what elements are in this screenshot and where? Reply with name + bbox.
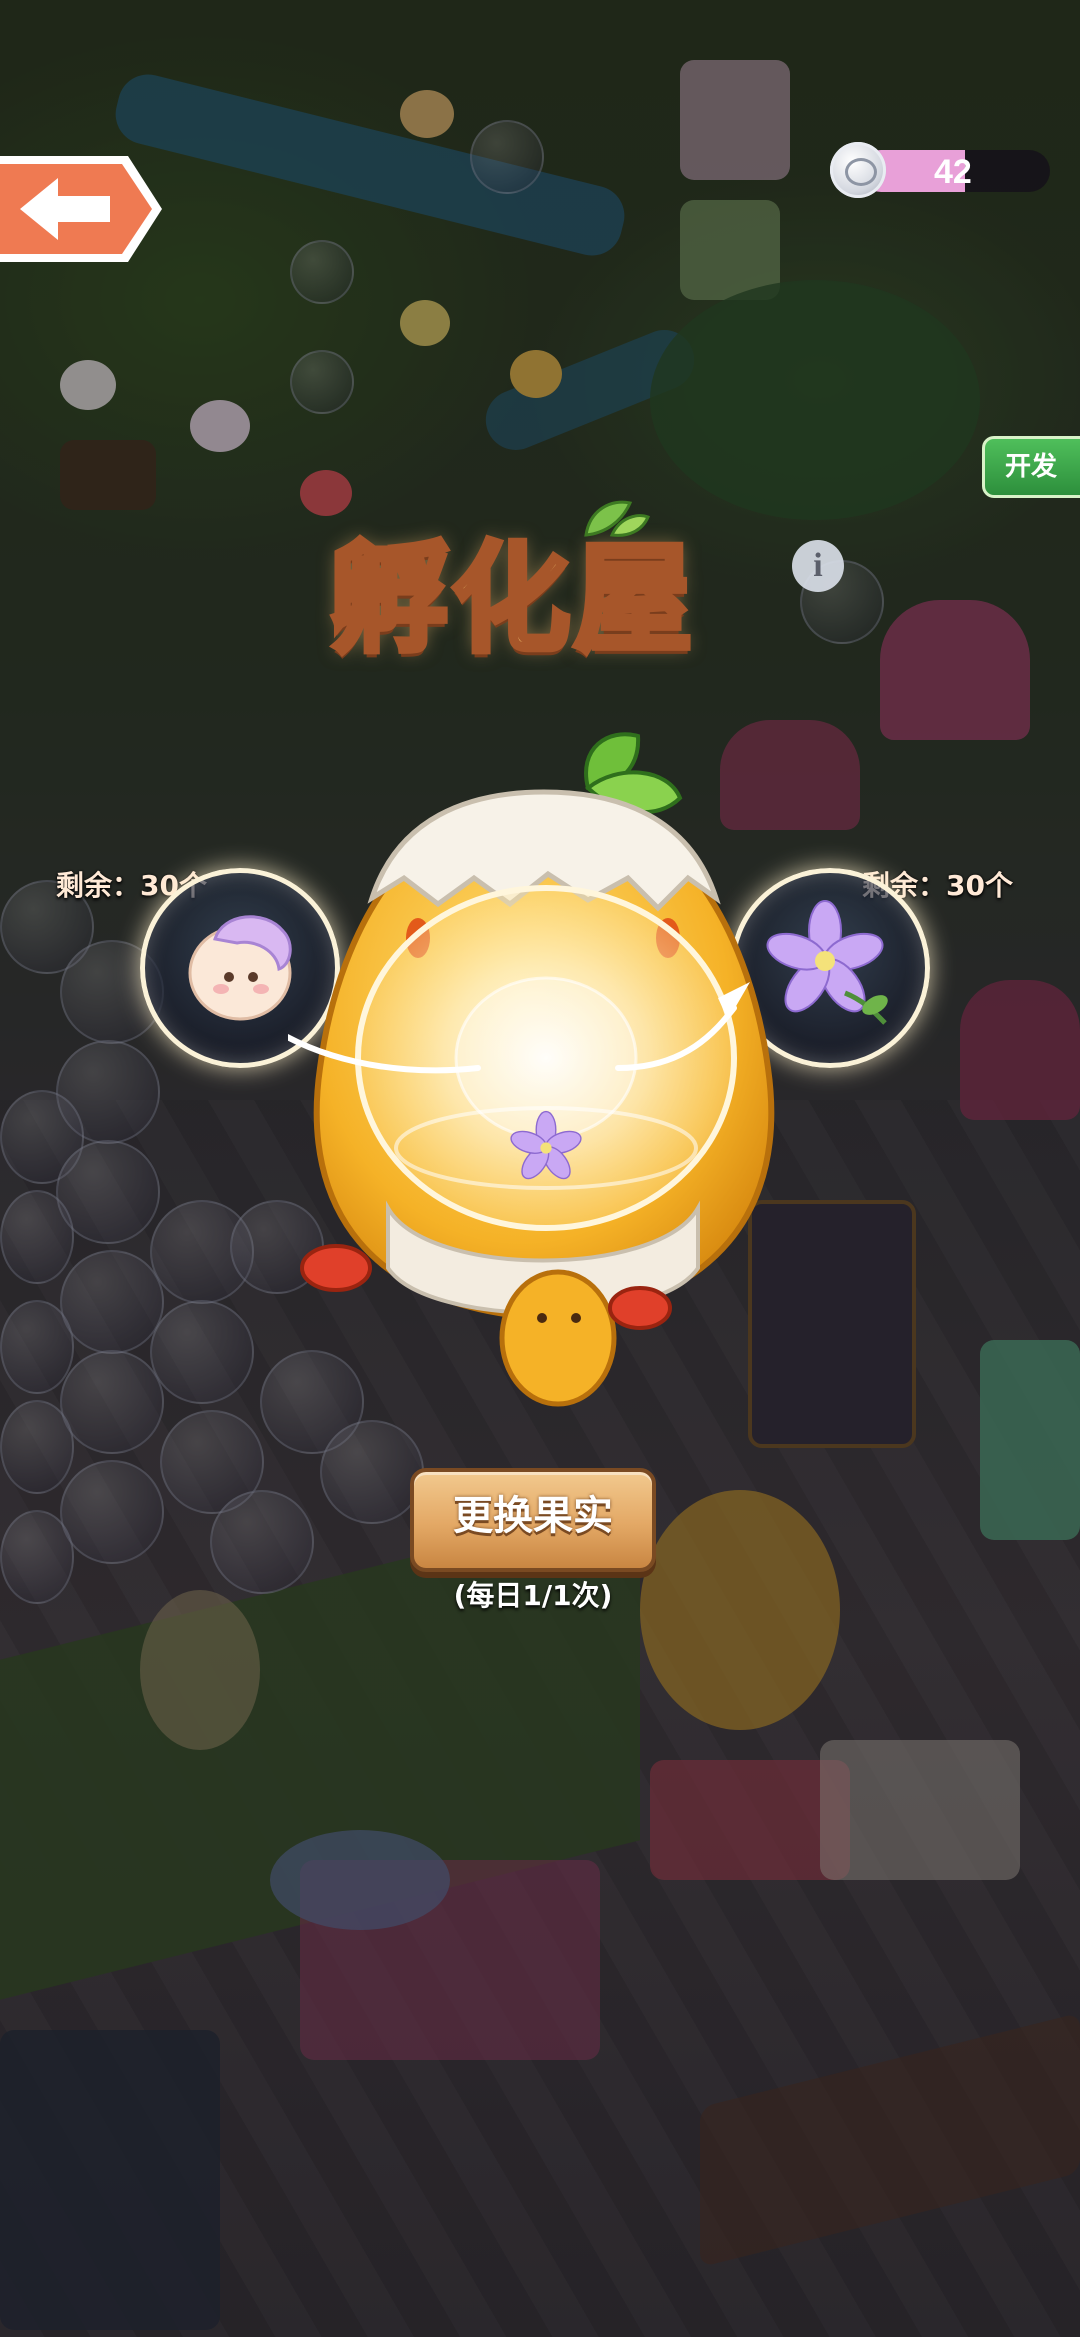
currency-value: 42: [934, 153, 972, 191]
daily-limit-label: (每日1/1次): [453, 1579, 613, 1612]
silver-coin-icon: [830, 142, 886, 198]
panel-title: 孵化屋: [320, 500, 780, 695]
info-icon[interactable]: i: [792, 540, 844, 592]
back-button[interactable]: [0, 150, 168, 268]
currency-display: 42: [830, 142, 1050, 198]
develop-button[interactable]: 开发: [982, 436, 1080, 498]
change-fruit-button[interactable]: 更换果实: [410, 1468, 656, 1572]
title-text: 孵化屋: [327, 527, 697, 671]
leaf-icon: [584, 500, 650, 537]
incubator-chick: [288, 732, 775, 1407]
back-arrow-icon: [0, 156, 162, 262]
